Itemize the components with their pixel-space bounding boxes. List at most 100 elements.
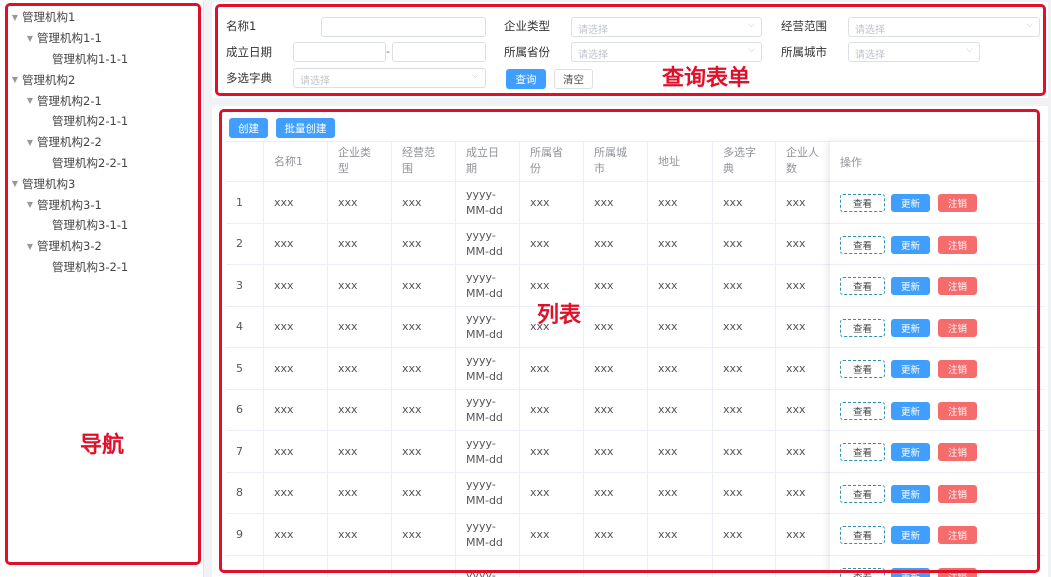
view-button[interactable]: 查看 [840, 567, 885, 577]
table-cell: 1 [226, 182, 264, 223]
view-button[interactable]: 查看 [840, 235, 885, 254]
update-button[interactable]: 更新 [891, 443, 930, 461]
tree-node-label: 管理机构2 [22, 72, 76, 87]
name-input[interactable] [321, 17, 486, 37]
tree-node[interactable]: ▼ 管理机构3 [8, 173, 198, 194]
view-button[interactable]: 查看 [840, 526, 885, 544]
multi-dict-select[interactable]: 请选择 ⌵ [293, 68, 486, 88]
table-cell: xxx [328, 348, 392, 389]
tree-node[interactable]: 管理机构1-1-1 [8, 49, 198, 70]
founded-date-end-input[interactable] [392, 42, 486, 62]
caret-down-icon[interactable]: ▼ [23, 138, 37, 147]
tree-node[interactable]: ▼ 管理机构1-1 [8, 28, 198, 49]
province-select[interactable]: 请选择 ⌵ [571, 42, 762, 62]
cancel-button[interactable]: 注销 [938, 526, 977, 544]
update-button[interactable]: 更新 [891, 235, 930, 254]
tree-node[interactable]: ▼ 管理机构3-2 [8, 236, 198, 257]
tree-node[interactable]: 管理机构3-1-1 [8, 215, 198, 236]
tree-node[interactable]: 管理机构2-1-1 [8, 111, 198, 132]
update-button[interactable]: 更新 [891, 484, 930, 503]
org-tree: ▼ 管理机构1 ▼ 管理机构1-1 管理机构1-1-1 ▼ 管理机构2 ▼ 管理机构2-1 管理机… [8, 7, 198, 277]
view-button[interactable]: 查看 [840, 277, 885, 295]
cancel-button[interactable]: 注销 [938, 194, 977, 212]
table-cell: 3 [226, 265, 264, 306]
business-scope-placeholder: 请选择 [855, 25, 885, 36]
table-cell: xxx [648, 348, 713, 389]
update-button[interactable]: 更新 [891, 277, 930, 295]
update-button[interactable]: 更新 [891, 318, 930, 337]
caret-down-icon[interactable]: ▼ [8, 179, 22, 188]
table-cell: yyyy- MM-dd [456, 348, 520, 389]
view-button[interactable]: 查看 [840, 360, 885, 378]
caret-down-icon[interactable]: ▼ [23, 96, 37, 105]
caret-down-icon[interactable]: ▼ [23, 200, 37, 209]
table-cell: xxx [264, 472, 328, 514]
business-scope-select[interactable]: 请选择 ⌵ [848, 17, 1040, 37]
view-button[interactable]: 查看 [840, 484, 885, 503]
view-button[interactable]: 查看 [840, 194, 885, 212]
table-cell: xxx [584, 265, 648, 306]
table-cell: xxx [584, 514, 648, 555]
update-button[interactable]: 更新 [891, 360, 930, 378]
update-button[interactable]: 更新 [891, 526, 930, 544]
caret-down-icon[interactable]: ▼ [8, 13, 22, 22]
batch-create-button[interactable]: 批量创建 [276, 118, 335, 138]
table-cell: xxx [520, 431, 584, 472]
table-cell: 4 [226, 306, 264, 348]
table-cell: xxx [648, 306, 713, 348]
chevron-down-icon: ⌵ [966, 45, 973, 55]
founded-date-start-input[interactable] [293, 42, 386, 62]
caret-down-icon[interactable]: ▼ [23, 34, 37, 43]
province-placeholder: 请选择 [578, 50, 608, 61]
view-button[interactable]: 查看 [840, 443, 885, 461]
cancel-button[interactable]: 注销 [938, 401, 977, 420]
table-cell: xxx [264, 306, 328, 348]
cancel-button[interactable]: 注销 [938, 443, 977, 461]
tree-node[interactable]: ▼ 管理机构2-2 [8, 132, 198, 153]
table-cell: xxx [648, 265, 713, 306]
table-cell: yyyy- [456, 555, 520, 577]
tree-node[interactable]: ▼ 管理机构2-1 [8, 90, 198, 111]
update-button[interactable]: 更新 [891, 401, 930, 420]
column-header: 所属城 市 [584, 142, 648, 182]
column-header: 多选字 典 [713, 142, 776, 182]
tree-node-label: 管理机构1-1 [37, 31, 102, 46]
tree-node[interactable]: ▼ 管理机构1 [8, 7, 198, 28]
cancel-button[interactable]: 注销 [938, 318, 977, 337]
table-cell: xxx [328, 182, 392, 223]
cancel-button[interactable]: 注销 [938, 484, 977, 503]
table-cell: 7 [226, 431, 264, 472]
update-button[interactable]: 更新 [891, 567, 930, 577]
clear-button[interactable]: 清空 [554, 69, 593, 89]
caret-down-icon[interactable]: ▼ [8, 75, 22, 84]
operations-row: 查看更新注销 [830, 348, 1044, 390]
table-cell: xxx [584, 223, 648, 265]
cancel-button[interactable]: 注销 [938, 360, 977, 378]
tree-node-label: 管理机构1-1-1 [52, 51, 129, 66]
city-select[interactable]: 请选择 ⌵ [848, 42, 980, 62]
operations-row: 查看更新注销 [830, 182, 1044, 224]
caret-down-icon[interactable]: ▼ [23, 242, 37, 251]
table-cell: xxx [584, 472, 648, 514]
search-button[interactable]: 查询 [506, 69, 546, 89]
table-cell: xxx [584, 389, 648, 431]
table-cell: xxx [713, 223, 776, 265]
table-cell: xxx [713, 265, 776, 306]
view-button[interactable]: 查看 [840, 318, 885, 337]
cancel-button[interactable]: 注销 [938, 567, 977, 577]
tree-node[interactable]: 管理机构2-2-1 [8, 153, 198, 174]
view-button[interactable]: 查看 [840, 401, 885, 420]
tree-node[interactable]: ▼ 管理机构3-1 [8, 194, 198, 215]
tree-node[interactable]: 管理机构3-2-1 [8, 257, 198, 278]
create-button[interactable]: 创建 [229, 118, 268, 138]
table-cell: xxx [264, 348, 328, 389]
tree-node[interactable]: ▼ 管理机构2 [8, 69, 198, 90]
cancel-button[interactable]: 注销 [938, 277, 977, 295]
cancel-button[interactable]: 注销 [938, 235, 977, 254]
column-header: 成立日 期 [456, 142, 520, 182]
tree-node-label: 管理机构3-2 [37, 239, 102, 254]
column-header: 企业人 数 [776, 142, 836, 182]
update-button[interactable]: 更新 [891, 194, 930, 212]
company-type-select[interactable]: 请选择 ⌵ [571, 17, 762, 37]
table-cell: 2 [226, 223, 264, 265]
